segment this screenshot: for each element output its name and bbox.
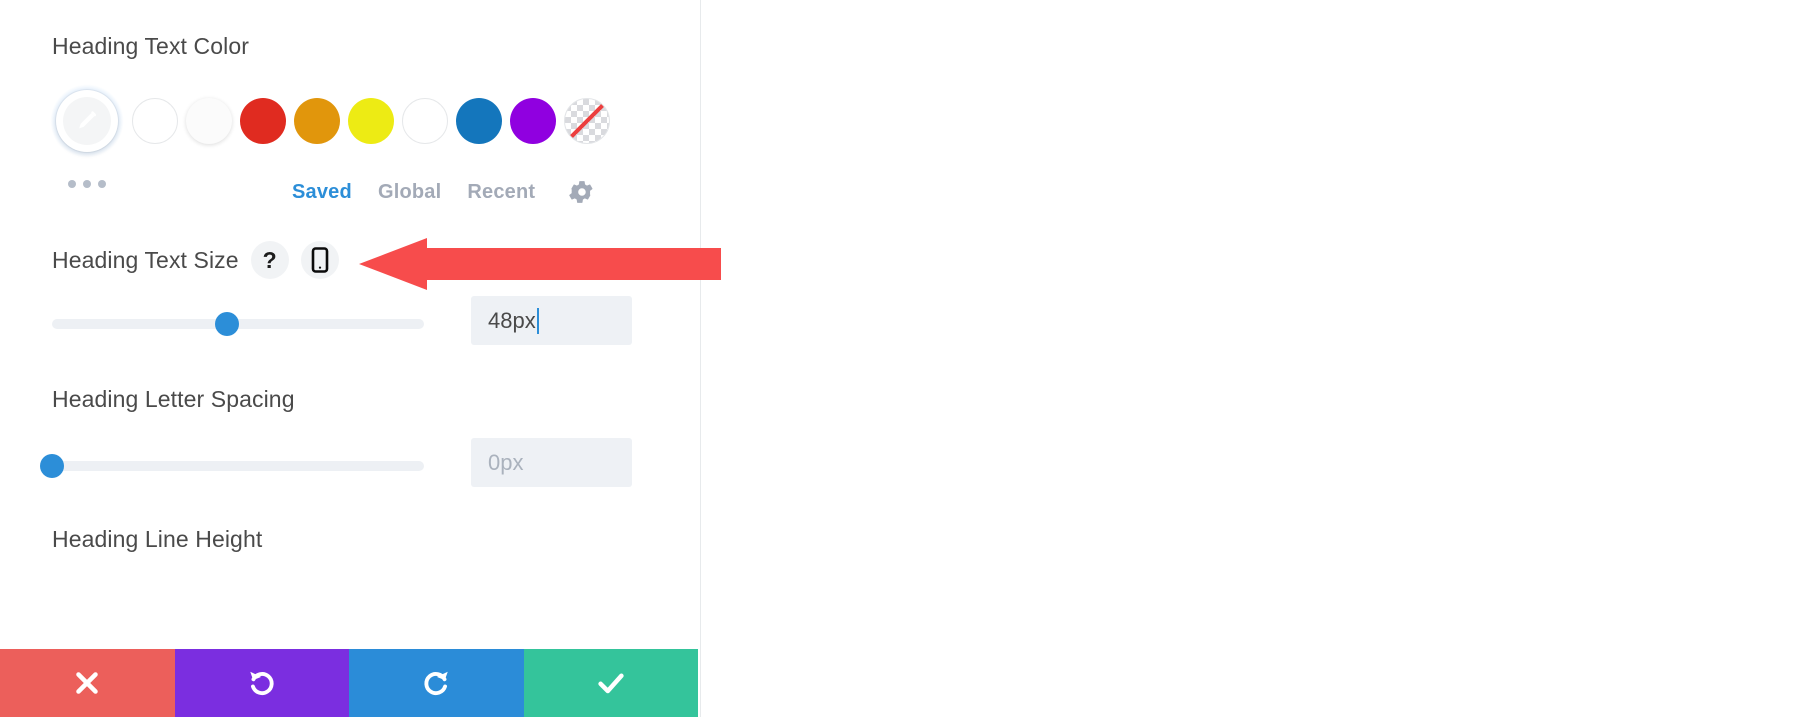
slider-thumb[interactable] [214, 312, 239, 336]
cancel-button[interactable] [0, 649, 175, 717]
page-canvas-area [702, 0, 1799, 717]
heading-text-color-label: Heading Text Color [52, 33, 249, 59]
heading-text-size-slider-row: 48px [0, 296, 698, 355]
undo-icon [246, 667, 278, 699]
undo-button[interactable] [174, 649, 349, 717]
save-button[interactable] [523, 649, 698, 717]
color-swatch-row [46, 84, 618, 158]
swatch-blue[interactable] [456, 98, 502, 144]
settings-panel-screen: Heading Text Color Saved Global Recent H… [0, 0, 1799, 717]
panel-divider [698, 0, 701, 717]
eyedropper-color-picker[interactable] [46, 84, 128, 158]
heading-text-size-head: Heading Text Size ? [52, 241, 339, 279]
eyedropper-icon [73, 107, 101, 135]
heading-text-size-label: Heading Text Size [52, 246, 239, 273]
heading-text-size-input[interactable]: 48px [471, 296, 632, 345]
heading-letter-spacing-slider[interactable] [40, 454, 424, 478]
tab-saved[interactable]: Saved [292, 181, 352, 204]
swatch-white[interactable] [186, 98, 232, 144]
heading-letter-spacing-slider-row: 0px [0, 438, 698, 497]
dot-3 [98, 180, 106, 188]
heading-line-height-label: Heading Line Height [52, 526, 263, 552]
slider-track[interactable] [52, 461, 424, 471]
heading-letter-spacing-input[interactable]: 0px [471, 438, 632, 487]
heading-letter-spacing-value: 0px [488, 449, 524, 475]
panel-action-bar [0, 649, 698, 717]
swatch-transparent[interactable] [564, 98, 610, 144]
check-icon [595, 667, 627, 699]
color-palette-tabs: Saved Global Recent [292, 179, 595, 205]
picker-ring[interactable] [56, 90, 118, 152]
dot-1 [68, 180, 76, 188]
swatch-white-2[interactable] [402, 98, 448, 144]
swatch-orange[interactable] [294, 98, 340, 144]
swatch-red[interactable] [240, 98, 286, 144]
picker-inner [63, 97, 111, 145]
swatch-purple[interactable] [510, 98, 556, 144]
heading-text-size-slider[interactable] [52, 312, 424, 336]
close-icon [72, 668, 102, 698]
mobile-phone-icon[interactable] [300, 241, 339, 279]
redo-button[interactable] [349, 649, 524, 717]
gear-icon[interactable] [569, 179, 595, 205]
redo-icon [420, 667, 452, 699]
heading-letter-spacing-head: Heading Letter Spacing [52, 386, 295, 413]
slider-thumb[interactable] [40, 454, 64, 478]
more-colors-button[interactable] [68, 180, 106, 188]
tab-recent[interactable]: Recent [467, 181, 535, 204]
heading-text-size-value: 48px [488, 307, 536, 333]
swatch-white-outline[interactable] [132, 98, 178, 144]
heading-line-height-head: Heading Line Height [52, 526, 262, 553]
module-settings-panel: Heading Text Color Saved Global Recent H… [0, 0, 698, 717]
tab-global[interactable]: Global [378, 181, 441, 204]
heading-letter-spacing-label: Heading Letter Spacing [52, 386, 295, 412]
question-mark-icon[interactable]: ? [250, 241, 289, 279]
swatch-yellow[interactable] [348, 98, 394, 144]
text-cursor [536, 307, 539, 334]
dot-2 [83, 180, 91, 188]
